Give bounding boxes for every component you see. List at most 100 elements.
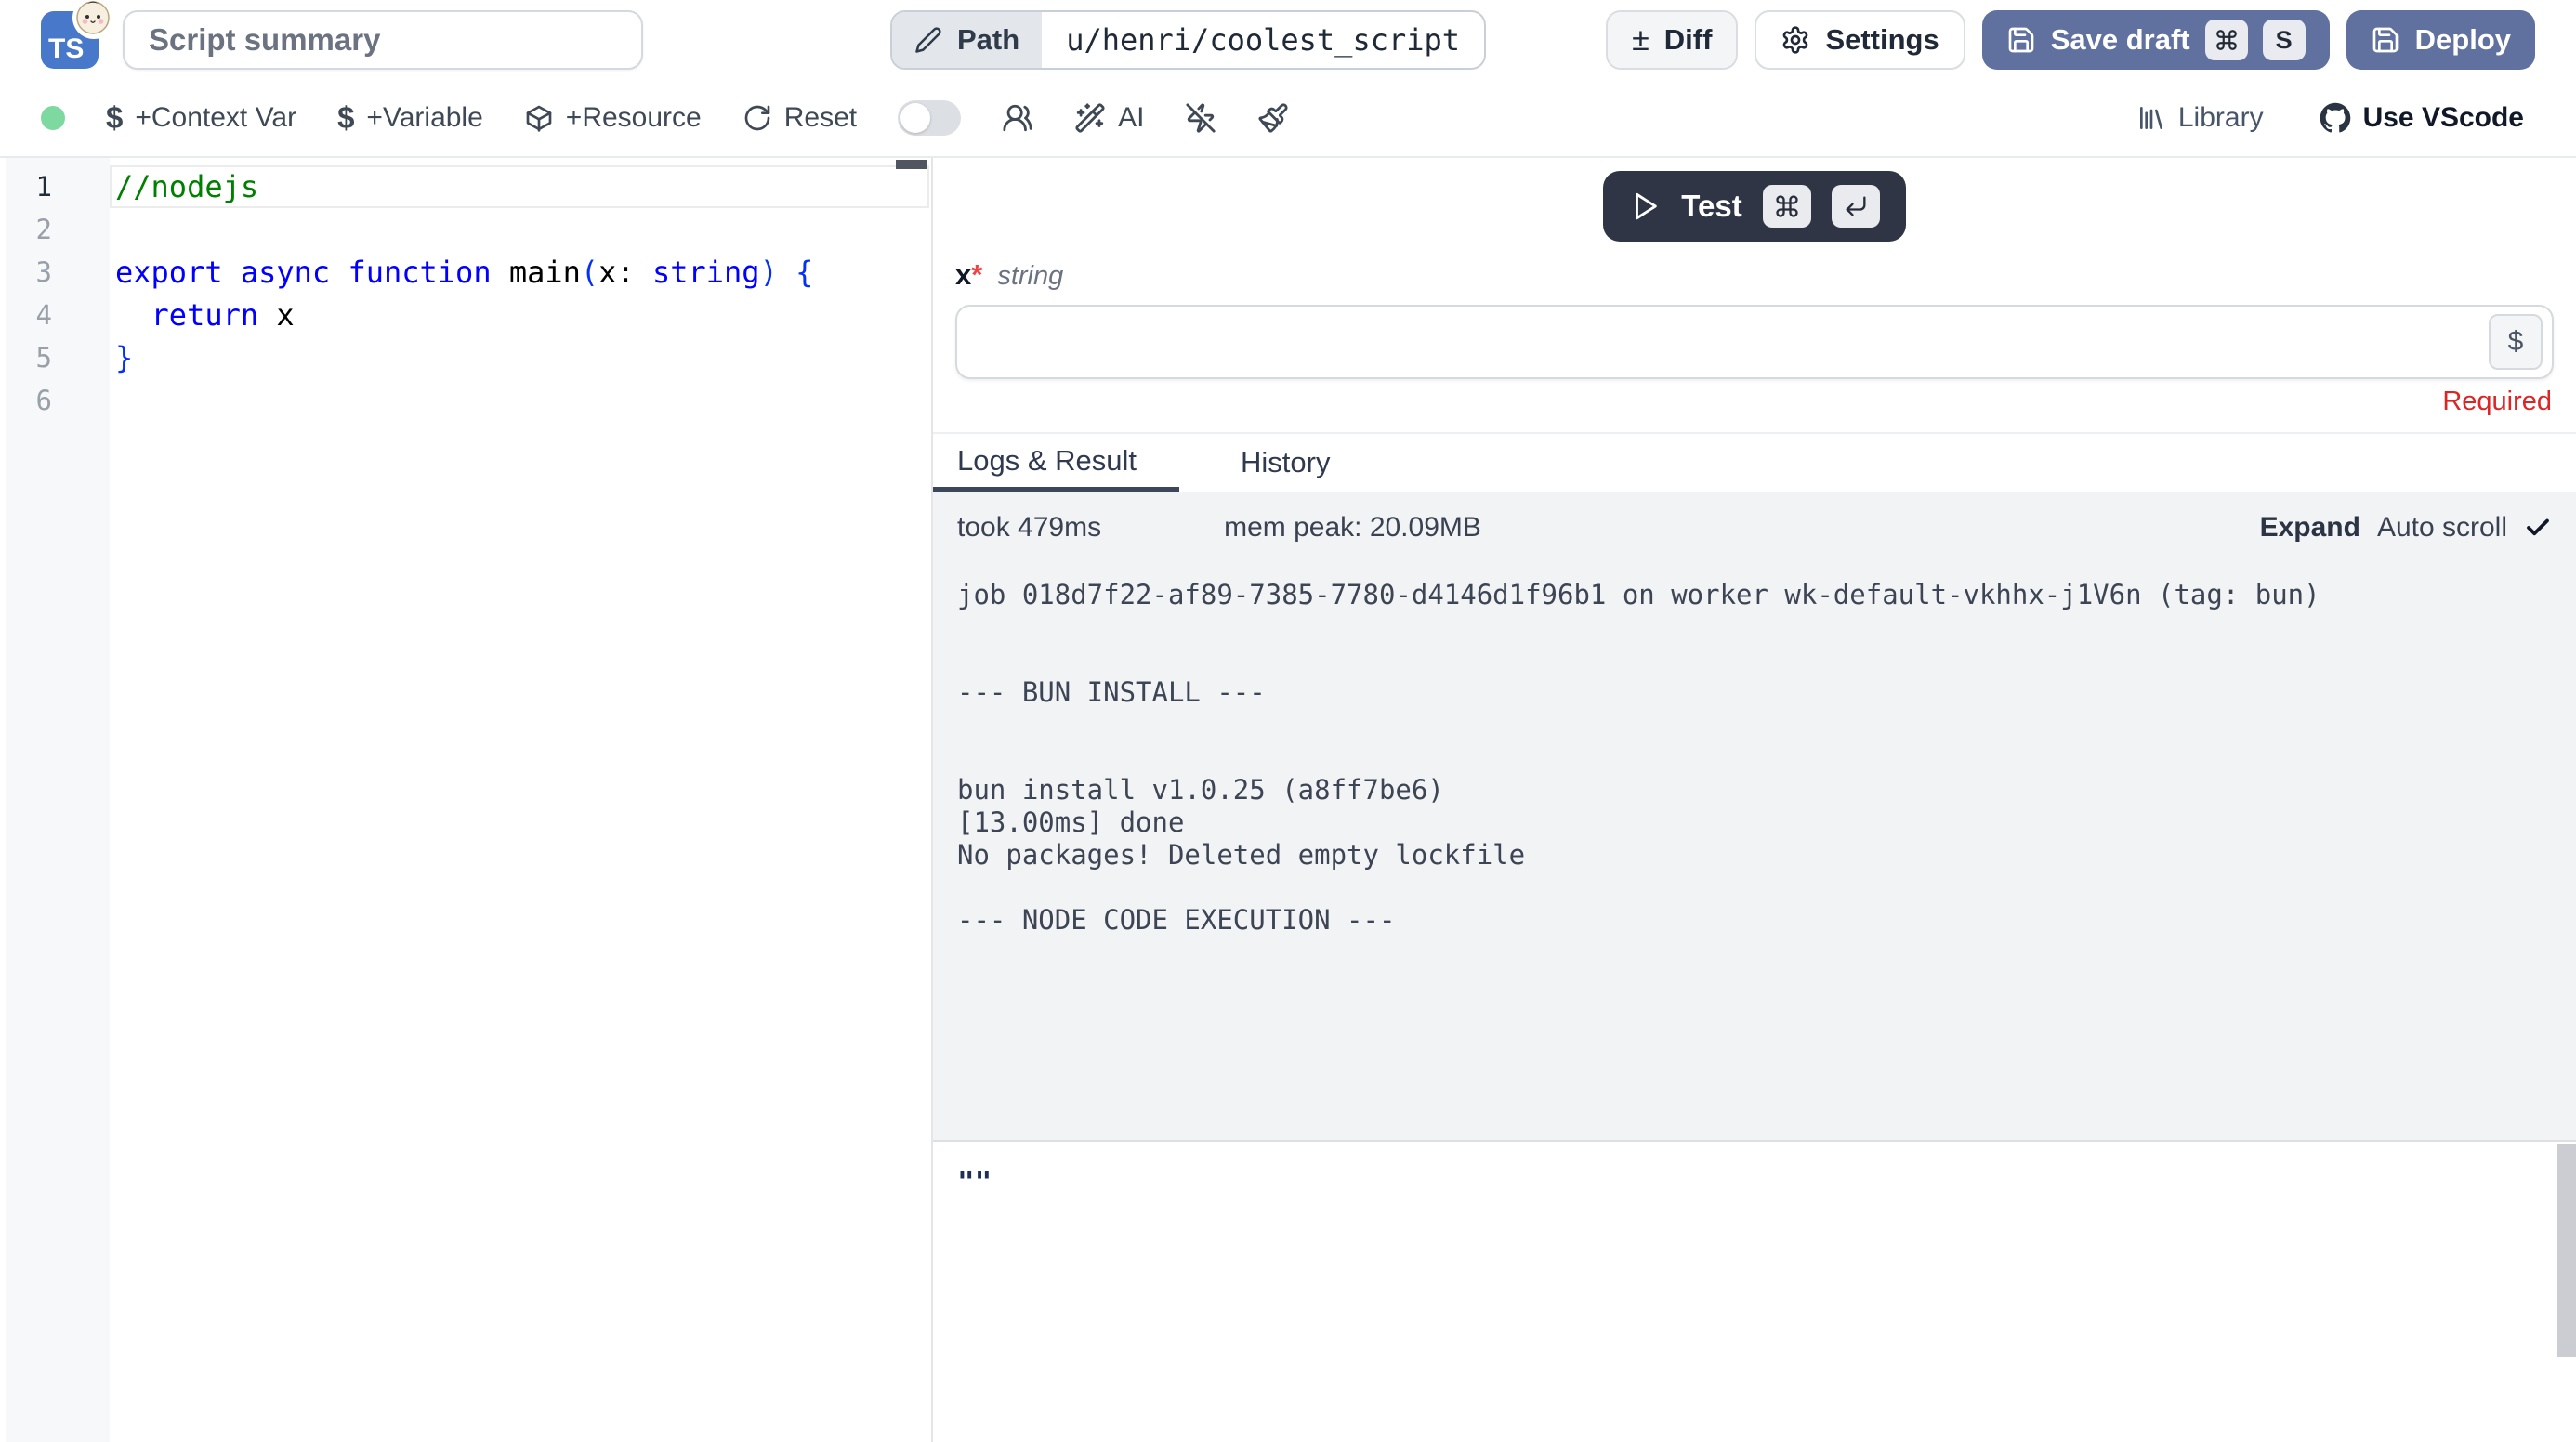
- library-button[interactable]: Library: [2136, 102, 2264, 134]
- code-editor[interactable]: 1 //nodejs 2 3 export async function mai…: [0, 158, 933, 1442]
- line-number: 5: [0, 342, 52, 374]
- language-server-status-dot: [41, 106, 65, 130]
- required-message: Required: [957, 387, 2552, 417]
- command-icon: [2215, 28, 2239, 52]
- library-label: Library: [2178, 102, 2264, 134]
- path-label: Path: [957, 23, 1019, 57]
- result-scrollbar[interactable]: [2557, 1144, 2576, 1357]
- code-line: 5 }: [0, 336, 931, 379]
- top-bar-actions: ± Diff Settings Save draft: [1606, 10, 2535, 70]
- settings-button[interactable]: Settings: [1755, 10, 1965, 70]
- duration-text: took 479ms: [957, 512, 1101, 544]
- add-variable-label: +Variable: [366, 102, 482, 134]
- wand-sparkles-icon: [1074, 102, 1106, 134]
- preview-pane: Test x * string $: [933, 158, 2576, 1442]
- tab-logs-result[interactable]: Logs & Result: [933, 434, 1179, 492]
- line-number: 1: [0, 171, 52, 203]
- save-icon: [2006, 25, 2036, 55]
- disable-triggers-button[interactable]: [1185, 102, 1216, 134]
- log-panel: took 479ms mem peak: 20.09MB Expand Auto…: [933, 492, 2576, 1142]
- add-variable-button[interactable]: $ +Variable: [337, 100, 483, 136]
- memory-peak-text: mem peak: 20.09MB: [1224, 512, 1481, 544]
- code-brace: }: [115, 340, 133, 375]
- reset-label: Reset: [784, 102, 857, 134]
- argument-label-row: x * string: [955, 258, 2554, 292]
- deploy-button[interactable]: Deploy: [2346, 10, 2535, 70]
- check-icon: [2524, 514, 2552, 542]
- result-panel: "": [933, 1142, 2576, 1442]
- code-function-name: main: [509, 255, 581, 290]
- add-context-var-button[interactable]: $ +Context Var: [106, 100, 296, 136]
- insert-variable-button[interactable]: $: [2489, 314, 2543, 370]
- s-key-chip: S: [2263, 20, 2306, 60]
- editor-toolbar: $ +Context Var $ +Variable +Resource Res…: [0, 80, 2576, 158]
- use-vscode-label: Use VScode: [2363, 102, 2524, 134]
- code-value: x: [258, 297, 295, 333]
- log-controls: Expand Auto scroll: [2260, 512, 2552, 544]
- plus-minus-icon: ±: [1632, 24, 1649, 56]
- argument-type: string: [997, 261, 1063, 292]
- code-type: string: [652, 255, 760, 290]
- toolbar-right: Library Use VScode: [2136, 102, 2524, 134]
- zap-off-icon: [1185, 102, 1216, 134]
- enter-key-chip: [1832, 185, 1880, 228]
- code-paren: ) {: [760, 255, 814, 290]
- enter-icon: [1843, 193, 1869, 219]
- test-as-user-toggle[interactable]: [898, 100, 961, 136]
- test-button-label: Test: [1681, 189, 1741, 224]
- users-button[interactable]: [1002, 102, 1033, 134]
- bun-logo-icon: [72, 0, 115, 39]
- line-number: 3: [0, 256, 52, 288]
- line-number: 4: [0, 299, 52, 331]
- save-draft-button[interactable]: Save draft S: [1982, 10, 2330, 70]
- line-number: 2: [0, 214, 52, 245]
- code-keyword: return: [151, 297, 259, 333]
- package-icon: [524, 103, 554, 133]
- diff-button[interactable]: ± Diff: [1606, 10, 1738, 70]
- reset-button[interactable]: Reset: [743, 102, 857, 134]
- add-context-var-label: +Context Var: [135, 102, 296, 134]
- argument-input-wrap: $: [955, 305, 2554, 379]
- expand-button[interactable]: Expand: [2260, 512, 2360, 544]
- required-asterisk: *: [971, 258, 982, 292]
- diff-button-label: Diff: [1664, 23, 1713, 57]
- code-keywords: export async function: [115, 255, 509, 290]
- typescript-badge: TS: [41, 11, 99, 69]
- result-value: "": [957, 1166, 2576, 1199]
- toggle-knob: [900, 103, 930, 133]
- github-icon: [2320, 102, 2351, 134]
- auto-scroll-toggle[interactable]: Auto scroll: [2377, 512, 2507, 544]
- add-resource-label: +Resource: [566, 102, 702, 134]
- use-vscode-button[interactable]: Use VScode: [2320, 102, 2524, 134]
- argument-name: x: [955, 258, 971, 292]
- code-comment: //nodejs: [115, 169, 258, 204]
- library-icon: [2136, 103, 2166, 133]
- refresh-icon: [743, 103, 772, 133]
- add-resource-button[interactable]: +Resource: [524, 102, 702, 134]
- command-key-chip: [1763, 185, 1811, 228]
- result-tabs: Logs & Result History: [933, 432, 2576, 492]
- test-button[interactable]: Test: [1603, 171, 1905, 242]
- path-label-section: Path: [892, 12, 1042, 68]
- top-bar: TS Path u/henri/c: [0, 0, 2576, 80]
- dollar-icon: $: [106, 100, 123, 136]
- code-lines: 1 //nodejs 2 3 export async function mai…: [0, 165, 931, 422]
- dollar-icon: $: [337, 100, 354, 136]
- ai-assistant-button[interactable]: AI: [1074, 102, 1144, 134]
- paintbrush-icon: [1257, 102, 1289, 134]
- play-icon: [1629, 190, 1661, 222]
- deploy-button-label: Deploy: [2415, 23, 2511, 57]
- path-control[interactable]: Path u/henri/coolest_script: [890, 10, 1486, 70]
- format-code-button[interactable]: [1257, 102, 1289, 134]
- editor-scrollbar-marker[interactable]: [896, 160, 927, 169]
- tab-history[interactable]: History: [1216, 434, 1354, 492]
- code-line: 4 return x: [0, 294, 931, 336]
- main-split: 1 //nodejs 2 3 export async function mai…: [0, 158, 2576, 1442]
- ai-label: AI: [1118, 102, 1144, 134]
- code-indent: [115, 297, 151, 333]
- summary-input[interactable]: [123, 10, 643, 70]
- code-line: 3 export async function main(x: string) …: [0, 251, 931, 294]
- script-editor-page: TS Path u/henri/c: [0, 0, 2576, 1442]
- argument-input[interactable]: [955, 305, 2554, 379]
- pencil-icon: [914, 26, 942, 54]
